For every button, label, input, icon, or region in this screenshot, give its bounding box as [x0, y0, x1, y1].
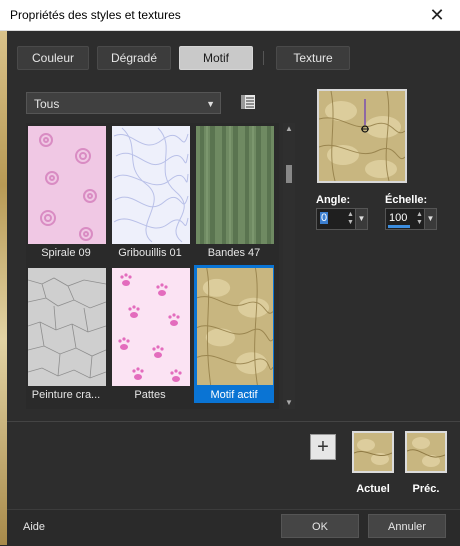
pattern-item-spirale[interactable]: Spirale 09	[26, 123, 106, 261]
chevron-down-icon[interactable]: ▼	[424, 209, 436, 229]
angle-stepper[interactable]: 0 ▲ ▼ ▼	[316, 208, 368, 230]
pattern-grid: Spirale 09 Gribouillis 01 Bandes 47 Pein…	[26, 123, 279, 409]
pattern-thumbnail	[112, 126, 190, 244]
close-icon[interactable]: ✕	[414, 0, 460, 30]
tab-degrade[interactable]: Dégradé	[97, 46, 171, 70]
pattern-item-motif-actif[interactable]: Motif actif	[194, 265, 274, 403]
pattern-preview[interactable]	[317, 89, 407, 183]
scale-level-bar	[388, 225, 410, 228]
pattern-label: Motif actif	[210, 389, 258, 401]
title-bar: Propriétés des styles et textures ✕	[0, 0, 460, 31]
list-view-icon[interactable]	[240, 94, 256, 110]
pattern-label: Bandes 47	[207, 247, 261, 259]
pattern-item-pattes[interactable]: Pattes	[110, 265, 190, 403]
footer: Aide OK Annuler	[7, 509, 460, 546]
pattern-label: Gribouillis 01	[118, 247, 182, 259]
background-strip	[0, 31, 7, 545]
pattern-label: Pattes	[134, 389, 166, 401]
scroll-down-icon[interactable]: ▼	[283, 397, 295, 409]
chevron-down-icon[interactable]: ▼	[355, 209, 367, 229]
previous-swatch[interactable]	[405, 431, 447, 473]
tab-couleur[interactable]: Couleur	[17, 46, 89, 70]
category-select[interactable]: Tous ▼	[26, 92, 221, 114]
pattern-thumbnail	[28, 126, 106, 244]
scale-label: Échelle:	[385, 194, 428, 206]
scroll-thumb[interactable]	[286, 165, 292, 183]
tab-separator	[263, 51, 264, 65]
window-title: Propriétés des styles et textures	[10, 8, 181, 22]
scale-value: 100	[389, 212, 408, 224]
ok-button[interactable]: OK	[281, 514, 359, 538]
pattern-item-gribouillis[interactable]: Gribouillis 01	[110, 123, 190, 261]
angle-value: 0	[320, 212, 329, 224]
pattern-thumbnail	[196, 126, 274, 244]
pattern-label: Spirale 09	[41, 247, 91, 259]
angle-label: Angle:	[316, 194, 351, 206]
styles-dialog: Couleur Dégradé Motif Texture Tous ▼ Spi…	[7, 31, 460, 546]
scale-stepper[interactable]: 100 ▲ ▼ ▼	[385, 208, 437, 230]
tab-texture[interactable]: Texture	[276, 46, 350, 70]
divider	[7, 421, 460, 422]
tab-bar: Couleur Dégradé Motif Texture	[7, 31, 460, 71]
pattern-thumbnail	[112, 268, 190, 386]
help-link[interactable]: Aide	[23, 521, 45, 533]
pattern-thumbnail	[197, 268, 273, 385]
pattern-item-bandes[interactable]: Bandes 47	[194, 123, 274, 261]
current-swatch-label: Actuel	[356, 483, 390, 495]
pattern-item-peinture[interactable]: Peinture cra...	[26, 265, 106, 403]
add-swatch-button[interactable]: +	[310, 434, 336, 460]
tab-motif[interactable]: Motif	[179, 46, 253, 70]
previous-swatch-label: Préc.	[412, 483, 440, 495]
pattern-scrollbar[interactable]: ▲ ▼	[283, 123, 295, 409]
scroll-up-icon[interactable]: ▲	[283, 123, 295, 135]
pattern-label: Peinture cra...	[31, 389, 101, 401]
cancel-button[interactable]: Annuler	[368, 514, 446, 538]
spin-arrows-icon[interactable]: ▲ ▼	[347, 211, 355, 227]
category-select-value: Tous	[34, 97, 60, 111]
current-swatch[interactable]	[352, 431, 394, 473]
spin-arrows-icon[interactable]: ▲ ▼	[416, 211, 424, 227]
chevron-down-icon: ▼	[206, 99, 215, 109]
pattern-thumbnail	[28, 268, 106, 386]
